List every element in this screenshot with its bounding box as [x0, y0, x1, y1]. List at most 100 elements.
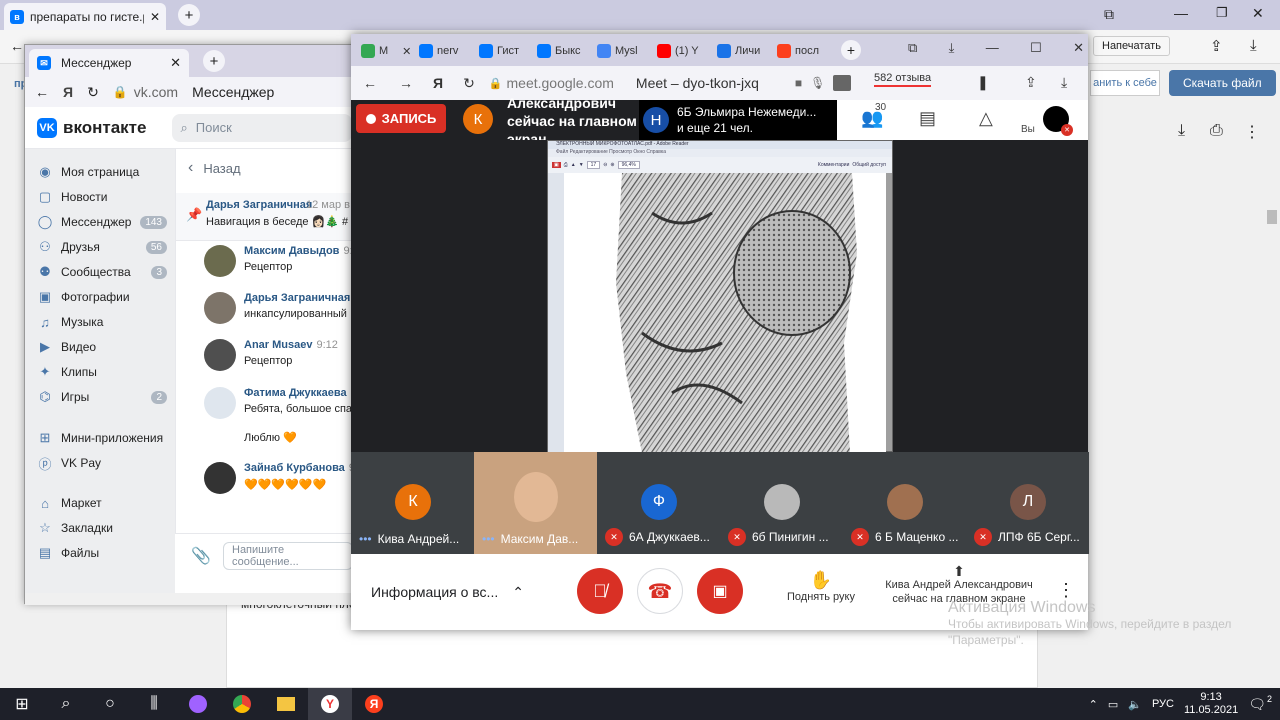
- participant-tile[interactable]: Ф ✕ 6А Джуккаев...: [597, 452, 720, 554]
- language-indicator[interactable]: РУС: [1152, 698, 1174, 710]
- windows-start-icon[interactable]: ⊞: [0, 688, 44, 720]
- pdf-print-icon[interactable]: ⎙: [564, 162, 568, 168]
- sidebar-item[interactable]: ☆ Закладки: [37, 517, 167, 539]
- vk-tab[interactable]: ✉ Мессенджер ✕: [29, 49, 189, 77]
- vk-address-title[interactable]: Мессенджер: [192, 84, 274, 100]
- download-icon[interactable]: ⤓: [1061, 74, 1067, 91]
- cortana-icon[interactable]: ○: [88, 688, 132, 720]
- pdf-page-field[interactable]: 17: [586, 161, 601, 169]
- message-author[interactable]: Максим Давыдов9:1: [244, 245, 359, 257]
- meeting-info-button[interactable]: Информация о вс... ⌃: [371, 584, 524, 601]
- new-tab-icon[interactable]: +: [203, 50, 225, 72]
- meet-tab[interactable]: nerv: [419, 38, 458, 64]
- sidebar-item[interactable]: ◉ Моя страница: [37, 161, 167, 183]
- participant-tile[interactable]: К ••• Кива Андрей...: [351, 452, 474, 554]
- forward-arrow-icon[interactable]: →: [399, 75, 413, 91]
- participant-tile[interactable]: Л ✕ ЛПФ 6Б Серг...: [966, 452, 1089, 554]
- chevron-up-icon[interactable]: ⌃: [1089, 698, 1098, 711]
- meet-tab[interactable]: M ✕: [361, 38, 411, 64]
- share-icon[interactable]: ⇪: [1025, 74, 1037, 91]
- maximize-icon[interactable]: ❐: [1216, 5, 1228, 21]
- raise-hand-button[interactable]: ✋ Поднять руку: [781, 570, 861, 603]
- minimize-icon[interactable]: —: [1174, 5, 1188, 21]
- vk-search-input[interactable]: ⌕ Поиск: [172, 113, 353, 142]
- message-author[interactable]: Anar Musaev 9:12: [244, 339, 338, 351]
- sidebar-item[interactable]: ✦ Клипы: [37, 361, 167, 383]
- chat-icon[interactable]: ▤: [919, 108, 936, 129]
- background-tab[interactable]: в препараты по гисте.р ✕: [4, 3, 166, 30]
- save-icon[interactable]: ⤓: [1178, 122, 1185, 140]
- alice-icon[interactable]: [176, 688, 220, 720]
- message-input[interactable]: Напишите сообщение...: [223, 542, 353, 570]
- participant-tile[interactable]: ✕ 6б Пинигин ...: [720, 452, 843, 554]
- sidebar-item[interactable]: ♫ Музыка: [37, 311, 167, 333]
- network-icon[interactable]: ▭: [1108, 698, 1118, 711]
- clock[interactable]: 9:13 11.05.2021: [1184, 691, 1238, 717]
- print-button[interactable]: Напечатать: [1093, 36, 1170, 56]
- avatar[interactable]: [204, 339, 236, 371]
- pdf-zoom-field[interactable]: 96,4%: [617, 161, 640, 169]
- meet-address-domain[interactable]: meet.google.com: [507, 75, 614, 91]
- pdf-page-down-icon[interactable]: ▼: [579, 162, 584, 168]
- save-icon[interactable]: ⤓: [949, 40, 955, 60]
- search-icon[interactable]: ⌕: [44, 688, 88, 720]
- sidebar-item[interactable]: ⚉ Сообщества 3: [37, 261, 167, 283]
- bookmark-icon[interactable]: ❚: [977, 74, 989, 91]
- reload-icon[interactable]: ↻: [463, 75, 475, 92]
- back-arrow-icon[interactable]: ←: [35, 84, 49, 100]
- meet-tab[interactable]: Гист: [479, 38, 519, 64]
- paperclip-icon[interactable]: 📎: [191, 546, 211, 566]
- sidebar-item[interactable]: ⚇ Друзья 56: [37, 236, 167, 258]
- message-author[interactable]: Дарья Заграничная9: [244, 292, 360, 304]
- save-to-self-button[interactable]: анить к себе: [1090, 70, 1160, 96]
- volume-icon[interactable]: 🔈: [1128, 698, 1142, 711]
- vk-address-domain[interactable]: vk.com: [134, 84, 178, 100]
- message-author[interactable]: Зайнаб Курбанова9:: [244, 462, 358, 474]
- more-options-icon[interactable]: ⋮: [1057, 580, 1075, 601]
- pdf-zoom-out-icon[interactable]: ⊖: [603, 162, 607, 168]
- chrome-icon[interactable]: [220, 688, 264, 720]
- reload-icon[interactable]: ↻: [87, 84, 99, 101]
- avatar[interactable]: [204, 387, 236, 419]
- message-author[interactable]: Фатима Джуккаева: [244, 387, 351, 399]
- yandex-icon[interactable]: Я: [352, 688, 396, 720]
- close-window-icon[interactable]: ✕: [1252, 5, 1264, 22]
- sidebar-item[interactable]: ▣ Фотографии: [37, 286, 167, 308]
- new-tab-icon[interactable]: +: [178, 4, 200, 26]
- close-window-icon[interactable]: ✕: [1073, 40, 1084, 60]
- participants-banner[interactable]: Н 6Б Эльмира Нежемеди... и еще 21 чел.: [639, 100, 839, 140]
- sidebar-item[interactable]: ▢ Новости: [37, 186, 167, 208]
- meet-address-title[interactable]: Meet – dyo-tkon-jxq: [636, 75, 759, 91]
- avatar[interactable]: [204, 462, 236, 494]
- task-view-icon[interactable]: ⫼: [132, 688, 176, 720]
- pdf-share-button[interactable]: Общий доступ: [852, 162, 886, 168]
- sidebar-item[interactable]: ▶ Видео: [37, 336, 167, 358]
- camera-off-button[interactable]: ▣: [697, 568, 743, 614]
- pdf-open-icon[interactable]: ▣: [552, 162, 561, 168]
- vk-logo[interactable]: VK вконтакте: [37, 117, 146, 138]
- pdf-comments-button[interactable]: Комментарии: [818, 162, 850, 168]
- download-icon[interactable]: ⤓: [1250, 37, 1257, 54]
- scrollbar-thumb[interactable]: [1267, 210, 1277, 224]
- avatar[interactable]: [204, 245, 236, 277]
- meet-tab[interactable]: Mysl: [597, 38, 638, 64]
- yandex-icon[interactable]: Я: [433, 75, 443, 91]
- yandex-icon[interactable]: Я: [63, 84, 73, 100]
- more-icon[interactable]: ⋮: [1244, 122, 1260, 142]
- file-explorer-icon[interactable]: [264, 688, 308, 720]
- chat-bubble-icon[interactable]: [833, 75, 852, 91]
- minimize-icon[interactable]: —: [986, 40, 999, 60]
- printer-icon[interactable]: ⎙: [1210, 122, 1223, 140]
- share-icon[interactable]: ⇪: [1210, 37, 1223, 55]
- sidebar-item[interactable]: ⌂ Маркет: [37, 492, 167, 514]
- yandex-browser-icon[interactable]: Y: [308, 688, 352, 720]
- notifications-icon[interactable]: 🗨 2: [1248, 694, 1272, 713]
- back-arrow-icon[interactable]: ←: [10, 38, 24, 54]
- pdf-page-up-icon[interactable]: ▲: [571, 162, 576, 168]
- back-button[interactable]: ‹ Назад: [188, 159, 241, 177]
- participant-tile[interactable]: ••• Максим Дав...: [474, 452, 597, 554]
- hang-up-button[interactable]: ☎: [637, 568, 683, 614]
- new-tab-icon[interactable]: +: [841, 40, 861, 60]
- close-icon[interactable]: ✕: [150, 10, 160, 24]
- sidebar-item[interactable]: ⊞ Мини-приложения: [37, 427, 167, 449]
